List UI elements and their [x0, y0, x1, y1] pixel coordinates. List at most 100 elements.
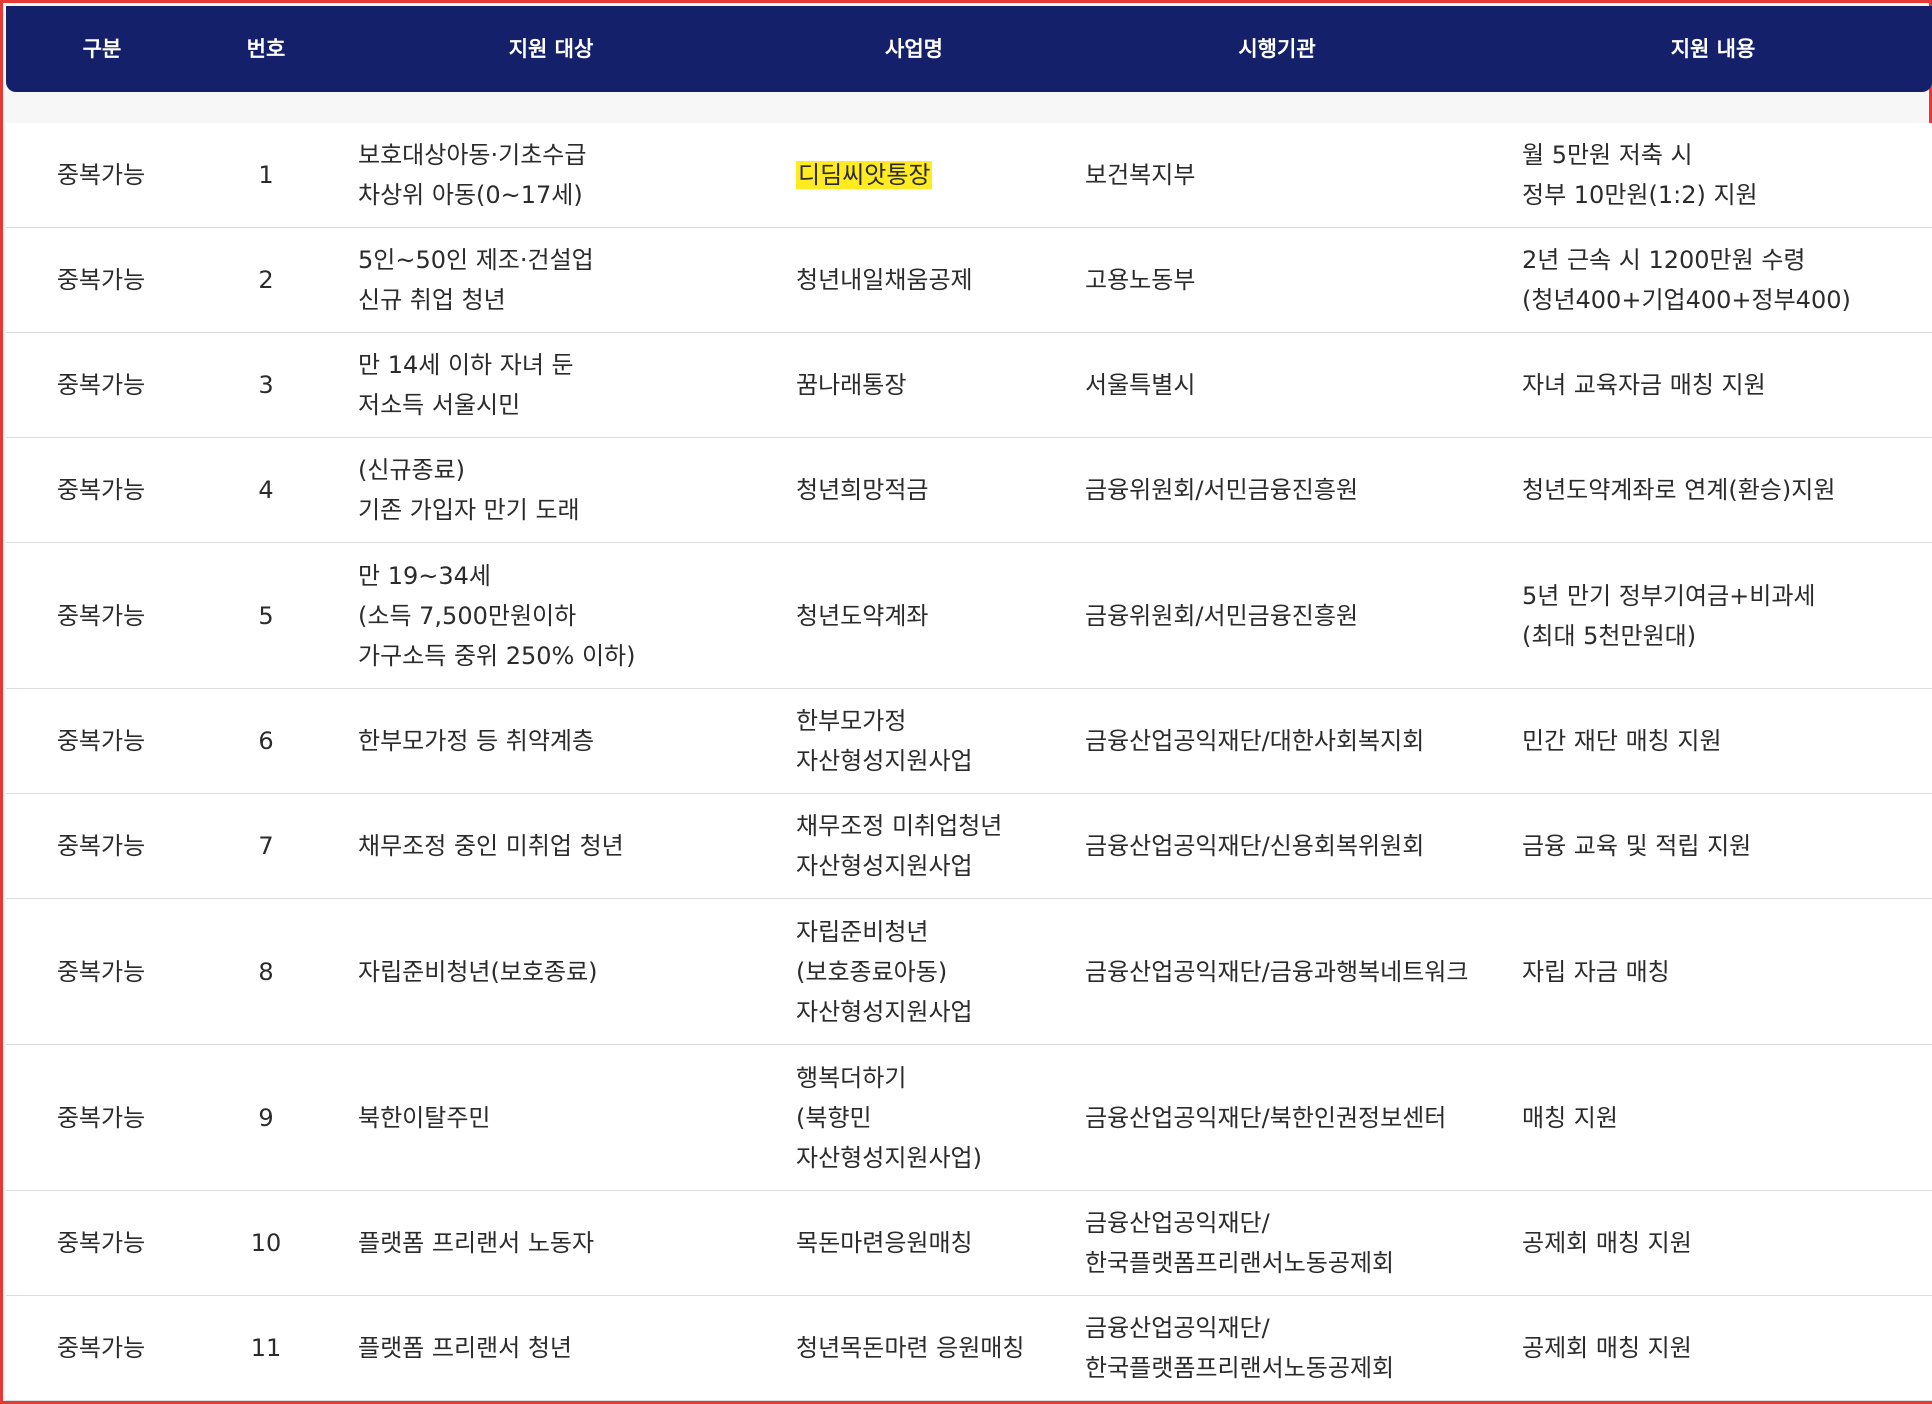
- cell-target-line: (소득 7,500만원이하: [358, 601, 577, 630]
- table-row: 중복가능 11 플랫폼 프리랜서 청년 청년목돈마련 응원매칭 금융산업공익재단/한국플…: [6, 1296, 1932, 1401]
- cell-agency: 고용노동부: [1085, 228, 1515, 332]
- cell-support-line: 자녀 교육자금 매칭 지원: [1522, 371, 1766, 399]
- cell-number-line: 10: [250, 1229, 282, 1257]
- cell-support-line: 공제회 매칭 지원: [1522, 1229, 1692, 1257]
- cell-category: 중복가능: [6, 689, 196, 793]
- cell-number: 1: [196, 123, 336, 227]
- cell-support: 매칭 지원: [1522, 1045, 1922, 1190]
- cell-program-line: 채무조정 미취업청년: [796, 812, 1003, 840]
- cell-agency: 보건복지부: [1085, 123, 1515, 227]
- cell-support-line: (청년400+기업400+정부400): [1522, 286, 1851, 314]
- cell-number: 11: [196, 1296, 336, 1400]
- header-support: 지원 내용: [1670, 37, 1756, 61]
- cell-program-line: 목돈마련응원매칭: [796, 1229, 973, 1257]
- cell-target-line: 플랫폼 프리랜서 청년: [358, 1334, 572, 1362]
- cell-program-line: 행복더하기: [796, 1063, 907, 1092]
- cell-program: 채무조정 미취업청년 자산형성지원사업: [796, 794, 1076, 898]
- cell-support-line: 자립 자금 매칭: [1522, 957, 1670, 986]
- cell-category-line: 중복가능: [56, 601, 146, 630]
- cell-support-line: 청년도약계좌로 연계(환승)지원: [1522, 476, 1836, 504]
- table-row: 중복가능 8 자립준비청년(보호종료) 자립준비청년 (보호종료아동) 자산형성지원사업 금…: [6, 899, 1932, 1045]
- cell-agency: 금융위원회/서민금융진흥원: [1085, 543, 1515, 688]
- header-target: 지원 대상: [508, 37, 594, 61]
- cell-target-line: 만 14세 이하 자녀 둔: [358, 351, 574, 379]
- table-header: 구분 번호 지원 대상 사업명 시행기관 지원 내용: [6, 6, 1932, 92]
- cell-program: 꿈나래통장: [796, 333, 1076, 437]
- cell-category: 중복가능: [6, 1296, 196, 1400]
- cell-agency-line: 고용노동부: [1085, 266, 1196, 294]
- cell-program-line: 청년목돈마련 응원매칭: [796, 1334, 1025, 1362]
- cell-category-line: 중복가능: [56, 266, 146, 294]
- cell-target-line: 자립준비청년(보호종료): [358, 957, 598, 986]
- cell-target-line: 기존 가입자 만기 도래: [358, 496, 580, 524]
- cell-program-line: 디딤씨앗통장: [796, 155, 1076, 195]
- cell-category: 중복가능: [6, 1191, 196, 1295]
- header-number: 번호: [246, 37, 286, 61]
- header-program: 사업명: [885, 37, 943, 61]
- cell-category-line: 중복가능: [56, 476, 146, 504]
- cell-target-line: 보호대상아동·기초수급: [358, 141, 587, 169]
- cell-number-line: 9: [258, 1103, 274, 1132]
- cell-agency: 금융산업공익재단/금융과행복네트워크: [1085, 899, 1515, 1044]
- cell-category-line: 중복가능: [56, 1334, 146, 1362]
- cell-program: 청년내일채움공제: [796, 228, 1076, 332]
- cell-category-line: 중복가능: [56, 832, 146, 860]
- cell-number-line: 3: [258, 371, 274, 399]
- cell-support-line: 5년 만기 정부기여금+비과세: [1522, 581, 1816, 610]
- cell-number-line: 7: [258, 832, 274, 860]
- cell-agency-line: 금융산업공익재단/대한사회복지회: [1085, 727, 1425, 755]
- table-row: 중복가능 6 한부모가정 등 취약계층 한부모가정 자산형성지원사업 금융산업공익재단/대…: [6, 689, 1932, 794]
- cell-program-line: 자산형성지원사업): [796, 1143, 983, 1172]
- cell-agency-line: 금융산업공익재단/금융과행복네트워크: [1085, 957, 1469, 986]
- cell-agency-line: 금융위원회/서민금융진흥원: [1085, 601, 1359, 630]
- cell-target-line: 한부모가정 등 취약계층: [358, 727, 595, 755]
- cell-target: 자립준비청년(보호종료): [358, 899, 788, 1044]
- cell-category-line: 중복가능: [56, 727, 146, 755]
- cell-number-line: 5: [258, 601, 274, 630]
- cell-support-line: 2년 근속 시 1200만원 수령: [1522, 246, 1806, 274]
- cell-number: 10: [196, 1191, 336, 1295]
- cell-category: 중복가능: [6, 1045, 196, 1190]
- cell-category-line: 중복가능: [56, 371, 146, 399]
- cell-number: 9: [196, 1045, 336, 1190]
- cell-program-line: 자산형성지원사업: [796, 747, 973, 775]
- cell-support: 월 5만원 저축 시 정부 10만원(1:2) 지원: [1522, 123, 1922, 227]
- cell-number: 4: [196, 438, 336, 542]
- cell-agency-line: 금융산업공익재단/북한인권정보센터: [1085, 1103, 1447, 1132]
- cell-agency: 금융산업공익재단/한국플랫폼프리랜서노동공제회: [1085, 1191, 1515, 1295]
- cell-program: 자립준비청년 (보호종료아동) 자산형성지원사업: [796, 899, 1076, 1044]
- cell-support: 5년 만기 정부기여금+비과세 (최대 5천만원대): [1522, 543, 1922, 688]
- cell-agency-line: 보건복지부: [1085, 161, 1196, 189]
- cell-category-line: 중복가능: [56, 161, 146, 189]
- cell-support: 공제회 매칭 지원: [1522, 1191, 1922, 1295]
- cell-target-line: 채무조정 중인 미취업 청년: [358, 832, 624, 860]
- cell-category: 중복가능: [6, 333, 196, 437]
- cell-support: 공제회 매칭 지원: [1522, 1296, 1922, 1400]
- cell-program-line: 청년도약계좌: [796, 601, 929, 630]
- cell-program-line: 청년내일채움공제: [796, 266, 973, 294]
- cell-category: 중복가능: [6, 438, 196, 542]
- cell-support-line: 월 5만원 저축 시: [1522, 141, 1693, 169]
- cell-target: 한부모가정 등 취약계층: [358, 689, 788, 793]
- cell-program: 한부모가정 자산형성지원사업: [796, 689, 1076, 793]
- cell-number: 8: [196, 899, 336, 1044]
- cell-number: 6: [196, 689, 336, 793]
- cell-number: 2: [196, 228, 336, 332]
- cell-program-line: 꿈나래통장: [796, 371, 907, 399]
- cell-support: 자녀 교육자금 매칭 지원: [1522, 333, 1922, 437]
- cell-number-line: 4: [258, 476, 274, 504]
- cell-program-line: (북향민: [796, 1103, 872, 1132]
- table-row: 중복가능 9 북한이탈주민 행복더하기 (북향민 자산형성지원사업) 금융산업공익재단/북한…: [6, 1045, 1932, 1191]
- cell-program: 청년희망적금: [796, 438, 1076, 542]
- cell-agency-line: 서울특별시: [1085, 371, 1196, 399]
- cell-support: 금융 교육 및 적립 지원: [1522, 794, 1922, 898]
- cell-target-line: 가구소득 중위 250% 이하): [358, 641, 636, 670]
- cell-category: 중복가능: [6, 123, 196, 227]
- cell-target-line: 저소득 서울시민: [358, 391, 521, 419]
- table-body: 중복가능 1 보호대상아동·기초수급 차상위 아동(0~17세) 디딤씨앗통장 보건복지부…: [6, 123, 1932, 1401]
- cell-category-line: 중복가능: [56, 957, 146, 986]
- table-row: 중복가능 10 플랫폼 프리랜서 노동자 목돈마련응원매칭 금융산업공익재단/한국플랫폼…: [6, 1191, 1932, 1296]
- cell-target-line: 만 19~34세: [358, 561, 491, 590]
- cell-agency: 금융산업공익재단/북한인권정보센터: [1085, 1045, 1515, 1190]
- cell-target-line: (신규종료): [358, 456, 466, 484]
